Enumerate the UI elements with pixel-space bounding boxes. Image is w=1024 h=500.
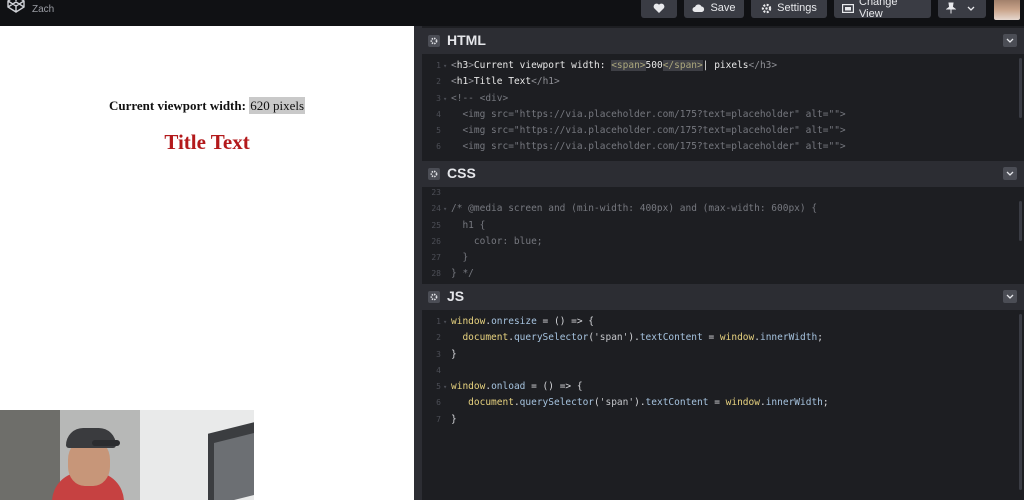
js-collapse-icon[interactable] bbox=[1003, 290, 1017, 303]
css-scrollbar[interactable] bbox=[1019, 201, 1022, 241]
html-scrollbar[interactable] bbox=[1019, 58, 1022, 118]
author-name[interactable]: Zach bbox=[32, 4, 54, 15]
like-button[interactable] bbox=[641, 0, 677, 18]
js-pane-header: JS bbox=[422, 284, 1024, 310]
cloud-icon bbox=[692, 4, 705, 13]
html-code[interactable]: 1 ▾ <h3>Current viewport width: <span>500<… bbox=[422, 58, 1024, 156]
html-pane-header: HTML bbox=[422, 28, 1024, 54]
viewport-value: 620 pixels bbox=[249, 97, 306, 114]
js-settings-icon[interactable] bbox=[428, 291, 440, 303]
js-scrollbar[interactable] bbox=[1019, 314, 1022, 490]
code-line: <h3>Current viewport width: <span>500</s… bbox=[451, 60, 778, 71]
pin-menu-button[interactable] bbox=[938, 0, 986, 18]
change-view-button[interactable]: Change View bbox=[834, 0, 931, 20]
js-pane-title: JS bbox=[447, 288, 465, 304]
html-collapse-icon[interactable] bbox=[1003, 34, 1017, 47]
css-collapse-icon[interactable] bbox=[1003, 167, 1017, 180]
code-line: <img src="https://via.placeholder.com/17… bbox=[451, 141, 846, 153]
css-editor-pane: CSS 23 24 ▾/* @media screen and (min-widt… bbox=[422, 161, 1024, 281]
code-line: } */ bbox=[451, 268, 474, 280]
code-line: <img src="https://via.placeholder.com/17… bbox=[451, 108, 846, 120]
resize-handle[interactable] bbox=[414, 26, 422, 500]
top-bar: Zach Save Settings Change View bbox=[0, 0, 1024, 26]
code-line: window.onresize = () => { bbox=[451, 316, 595, 327]
change-view-label: Change View bbox=[859, 0, 898, 20]
title-heading: Title Text bbox=[164, 130, 250, 154]
html-editor-pane: HTML 1 ▾ <h3>Current viewport width: <span… bbox=[422, 28, 1024, 158]
html-settings-icon[interactable] bbox=[428, 35, 440, 47]
css-code[interactable]: 23 24 ▾/* @media screen and (min-width: 4… bbox=[422, 185, 1024, 281]
code-line: document.querySelector('span').textConte… bbox=[462, 332, 823, 344]
code-line: color: blue; bbox=[451, 235, 543, 247]
code-line: } bbox=[451, 252, 469, 264]
js-code[interactable]: 1 ▾ window.onresize = () => { 2 document.q… bbox=[422, 314, 1024, 428]
preview-pane: Current viewport width: 620 pixels Title… bbox=[0, 26, 414, 500]
settings-label: Settings bbox=[777, 2, 817, 14]
save-button[interactable]: Save bbox=[684, 0, 744, 18]
code-line: } bbox=[451, 413, 457, 425]
js-editor-pane: JS 1 ▾ window.onresize = () => { 2 documen… bbox=[422, 284, 1024, 500]
viewport-heading: Current viewport width: 620 pixels bbox=[0, 97, 414, 114]
gear-icon bbox=[761, 3, 772, 14]
code-line: /* @media screen and (min-width: 400px) … bbox=[451, 203, 818, 215]
webcam-overlay bbox=[0, 410, 254, 500]
code-line: } bbox=[451, 348, 457, 360]
codepen-logo-icon[interactable] bbox=[6, 0, 26, 14]
chevron-down-icon bbox=[967, 6, 975, 11]
code-line: <!-- <div> bbox=[451, 92, 509, 104]
save-label: Save bbox=[710, 2, 736, 14]
user-avatar[interactable] bbox=[994, 0, 1020, 20]
css-pane-header: CSS bbox=[422, 161, 1024, 187]
heart-icon bbox=[653, 3, 665, 14]
pin-icon bbox=[946, 2, 956, 14]
code-line: window.onload = () => { bbox=[451, 381, 583, 393]
html-pane-title: HTML bbox=[447, 32, 486, 48]
code-line: <h1>Title Text</h1> bbox=[451, 76, 560, 88]
code-line: h1 { bbox=[451, 219, 486, 231]
settings-button[interactable]: Settings bbox=[751, 0, 827, 18]
code-line: document.querySelector('span').textConte… bbox=[468, 397, 829, 409]
css-pane-title: CSS bbox=[447, 165, 476, 181]
layout-icon bbox=[842, 3, 854, 13]
viewport-label: Current viewport width: bbox=[108, 98, 246, 113]
css-settings-icon[interactable] bbox=[428, 168, 440, 180]
code-line: <img src="https://via.placeholder.com/17… bbox=[451, 125, 846, 137]
